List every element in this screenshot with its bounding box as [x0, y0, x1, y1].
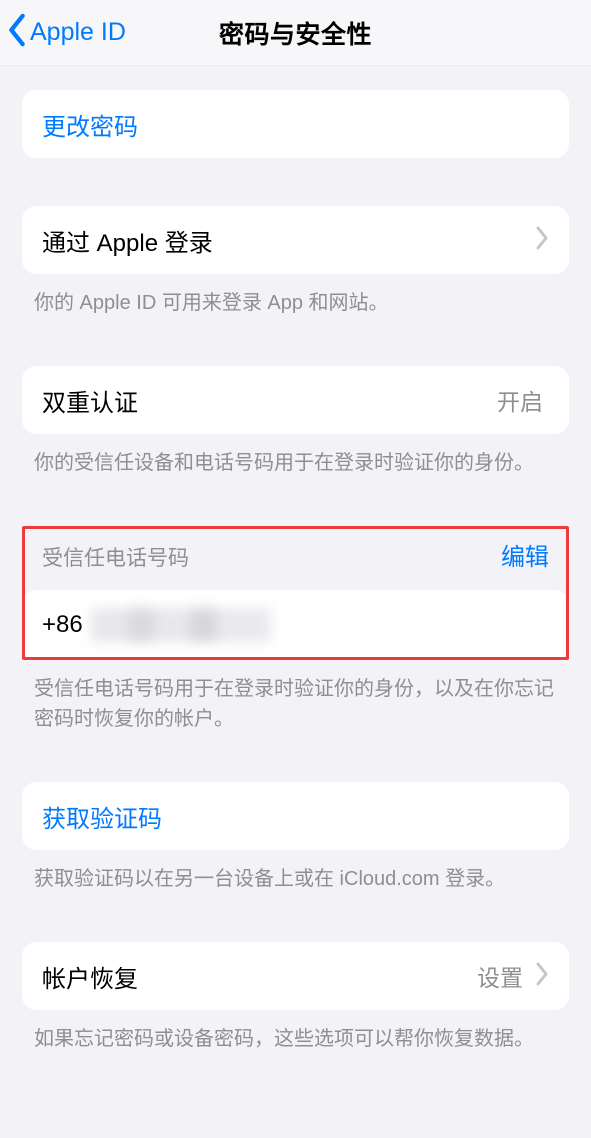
trusted-phone-country-code: +86 [42, 611, 83, 639]
trusted-phone-edit-button[interactable]: 编辑 [501, 537, 549, 572]
nav-bar: Apple ID 密码与安全性 [0, 0, 591, 66]
sign-in-with-apple-caption: 你的 Apple ID 可用来登录 App 和网站。 [34, 288, 557, 318]
two-factor-label: 双重认证 [42, 383, 138, 418]
trusted-phone-caption: 受信任电话号码用于在登录时验证你的身份，以及在你忘记密码时恢复你的帐户。 [34, 674, 557, 734]
two-factor-caption: 你的受信任设备和电话号码用于在登录时验证你的身份。 [34, 448, 557, 478]
account-recovery-label: 帐户恢复 [42, 959, 138, 994]
page-title: 密码与安全性 [219, 15, 372, 51]
chevron-left-icon [6, 13, 28, 52]
back-button[interactable]: Apple ID [0, 13, 126, 52]
two-factor-value: 开启 [497, 383, 543, 417]
account-recovery-caption: 如果忘记密码或设备密码，这些选项可以帮你恢复数据。 [34, 1024, 557, 1054]
trusted-phone-header: 受信任电话号码 [42, 542, 189, 572]
get-code-row[interactable]: 获取验证码 [22, 782, 569, 850]
account-recovery-value: 设置 [477, 959, 523, 993]
sign-in-with-apple-label: 通过 Apple 登录 [42, 223, 213, 258]
two-factor-group: 双重认证 开启 [22, 366, 569, 434]
account-recovery-row[interactable]: 帐户恢复 设置 [22, 942, 569, 1010]
change-password-group: 更改密码 [22, 90, 569, 158]
back-label: Apple ID [30, 18, 126, 47]
change-password-row[interactable]: 更改密码 [22, 90, 569, 158]
account-recovery-group: 帐户恢复 设置 [22, 942, 569, 1010]
chevron-right-icon [535, 962, 549, 991]
two-factor-row[interactable]: 双重认证 开启 [22, 366, 569, 434]
trusted-phone-block: 受信任电话号码 编辑 +86 [22, 526, 569, 660]
trusted-phone-redacted [91, 608, 271, 642]
sign-in-with-apple-group: 通过 Apple 登录 [22, 206, 569, 274]
get-code-caption: 获取验证码以在另一台设备上或在 iCloud.com 登录。 [34, 864, 557, 894]
change-password-label: 更改密码 [42, 107, 138, 142]
sign-in-with-apple-row[interactable]: 通过 Apple 登录 [22, 206, 569, 274]
get-code-label: 获取验证码 [42, 799, 162, 834]
chevron-right-icon [535, 226, 549, 255]
get-code-group: 获取验证码 [22, 782, 569, 850]
trusted-phone-row[interactable]: +86 [22, 590, 569, 660]
